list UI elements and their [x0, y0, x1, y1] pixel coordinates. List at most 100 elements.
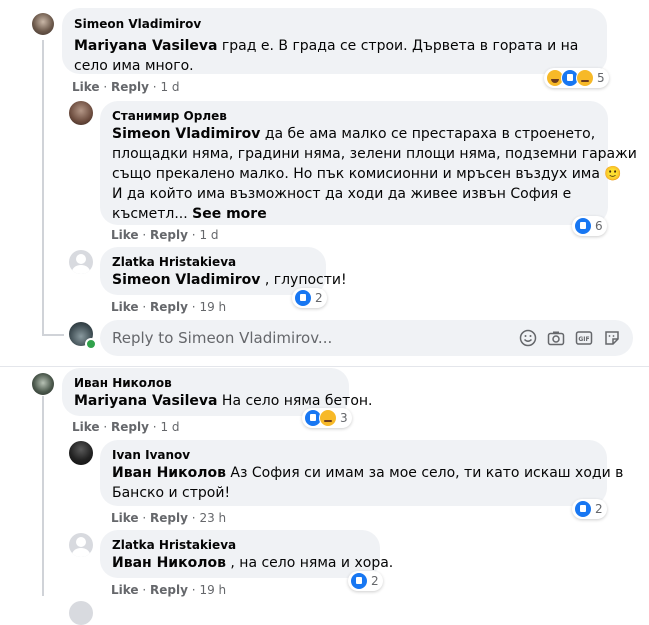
emoji-icon[interactable] — [519, 329, 537, 347]
separator: · — [142, 583, 147, 597]
reply-placeholder: Reply to Simeon Vladimirov... — [112, 329, 333, 347]
separator: · — [191, 583, 196, 597]
like-link[interactable]: Like — [72, 80, 100, 94]
reply-link[interactable]: Reply — [150, 583, 188, 597]
avatar[interactable] — [69, 441, 93, 465]
comment-actions: Like · Reply · 19 h — [111, 299, 226, 315]
reply-link[interactable]: Reply — [111, 80, 149, 94]
timestamp[interactable]: 23 h — [199, 511, 226, 525]
timestamp[interactable]: 1 d — [199, 228, 218, 242]
comment-line: Аз София си имам за мое село, ти като ис… — [225, 465, 624, 481]
timestamp[interactable]: 1 d — [160, 80, 179, 94]
svg-text:GIF: GIF — [578, 336, 589, 343]
reaction-count: 5 — [597, 71, 605, 85]
comment-bubble: Zlatka Hristakieva Simeon Vladimirov , г… — [100, 247, 347, 295]
mention-link[interactable]: Simeon Vladimirov — [112, 126, 260, 142]
reaction-summary[interactable]: 2 — [292, 288, 327, 308]
comment-text: Иван Николов , на село няма и хора. — [112, 553, 393, 573]
reply-link[interactable]: Reply — [150, 300, 188, 314]
like-icon — [574, 500, 592, 518]
comment-text: Иван Николов Аз София си имам за мое сел… — [112, 463, 623, 503]
separator: · — [152, 80, 157, 94]
like-link[interactable]: Like — [111, 228, 139, 242]
reaction-count: 6 — [595, 219, 603, 233]
thread-line — [42, 40, 44, 336]
reaction-summary[interactable]: 2 — [348, 571, 383, 591]
separator: · — [191, 228, 196, 242]
online-status-dot — [85, 338, 97, 350]
reply-input[interactable]: Reply to Simeon Vladimirov... GIF — [100, 320, 633, 356]
separator: · — [103, 420, 108, 434]
avatar[interactable] — [69, 250, 93, 274]
timestamp[interactable]: 1 d — [160, 420, 179, 434]
separator: · — [142, 300, 147, 314]
comment-body: На село няма бетон. — [217, 393, 373, 409]
like-link[interactable]: Like — [111, 511, 139, 525]
comment-author[interactable]: Иван Николов — [74, 375, 337, 391]
avatar[interactable] — [32, 373, 54, 395]
comment-bubble: Simeon Vladimirov Mariyana Vasileva град… — [62, 8, 607, 74]
comment-actions: Like · Reply · 1 d — [72, 419, 180, 435]
camera-icon[interactable] — [547, 329, 565, 347]
separator: · — [191, 300, 196, 314]
comment-line: И да който има възможност да ходи да жив… — [112, 186, 572, 202]
comment-body: , на село няма и хора. — [225, 555, 394, 571]
comment-author[interactable]: Ivan Ivanov — [112, 447, 595, 463]
separator: · — [142, 511, 147, 525]
sticker-icon[interactable] — [603, 329, 621, 347]
avatar[interactable] — [69, 533, 93, 557]
reaction-summary[interactable]: 6 — [572, 216, 607, 236]
like-link[interactable]: Like — [111, 583, 139, 597]
mention-link[interactable]: Mariyana Vasileva — [74, 393, 217, 409]
timestamp[interactable]: 19 h — [199, 583, 226, 597]
like-icon — [294, 289, 312, 307]
reaction-summary[interactable]: 5 — [544, 68, 609, 88]
thread-connector — [42, 334, 64, 336]
reaction-summary[interactable]: 3 — [302, 408, 352, 428]
timestamp[interactable]: 19 h — [199, 300, 226, 314]
comment-author[interactable]: Zlatka Hristakieva — [112, 254, 314, 270]
comment-text: Mariyana Vasileva град е. В града се стр… — [74, 36, 595, 76]
mention-link[interactable]: Иван Николов — [112, 465, 226, 481]
comment-line: площадки няма, градини няма, зелени площ… — [112, 146, 637, 162]
mention-link[interactable]: Иван Николов — [112, 555, 226, 571]
reaction-count: 2 — [595, 502, 603, 516]
reply-link[interactable]: Reply — [150, 228, 188, 242]
reaction-summary[interactable]: 2 — [572, 499, 607, 519]
comment-actions: Like · Reply · 1 d — [111, 227, 219, 243]
avatar[interactable] — [69, 101, 93, 125]
comment-bubble: Станимир Орлев Simeon Vladimirov да бе а… — [100, 101, 637, 225]
like-link[interactable]: Like — [72, 420, 100, 434]
separator: · — [142, 228, 147, 242]
sad-icon — [576, 69, 594, 87]
comment-bubble: Zlatka Hristakieva Иван Николов , на сел… — [100, 530, 393, 578]
reaction-count: 2 — [315, 291, 323, 305]
separator: · — [191, 511, 196, 525]
comment-author[interactable]: Станимир Орлев — [112, 108, 596, 124]
avatar[interactable] — [32, 13, 54, 35]
comment-body: , глупости! — [260, 272, 347, 288]
comment-author[interactable]: Simeon Vladimirov — [74, 16, 595, 32]
sad-icon — [319, 409, 337, 427]
reaction-count: 3 — [340, 411, 348, 425]
reply-link[interactable]: Reply — [150, 511, 188, 525]
like-icon — [574, 217, 592, 235]
like-icon — [350, 572, 368, 590]
reply-link[interactable]: Reply — [111, 420, 149, 434]
comment-line: също прекалено малко. Но пък комисионни … — [112, 166, 622, 182]
mention-link[interactable]: Mariyana Vasileva — [74, 38, 217, 54]
comment-text: Simeon Vladimirov , глупости! — [112, 270, 347, 290]
divider — [0, 366, 649, 367]
gif-icon[interactable]: GIF — [575, 329, 593, 347]
mention-link[interactable]: Simeon Vladimirov — [112, 272, 260, 288]
separator: · — [103, 80, 108, 94]
see-more-link[interactable]: See more — [192, 206, 267, 222]
comment-author[interactable]: Zlatka Hristakieva — [112, 537, 368, 553]
comment-actions: Like · Reply · 1 d — [72, 79, 180, 95]
reaction-count: 2 — [371, 574, 379, 588]
like-link[interactable]: Like — [111, 300, 139, 314]
comment-line: Банско и строй! — [112, 485, 231, 501]
thread-line — [42, 396, 44, 596]
comment-text: Simeon Vladimirov да бе ама малко се пре… — [112, 124, 637, 224]
comment-bubble: Ivan Ivanov Иван Николов Аз София си има… — [100, 440, 623, 506]
